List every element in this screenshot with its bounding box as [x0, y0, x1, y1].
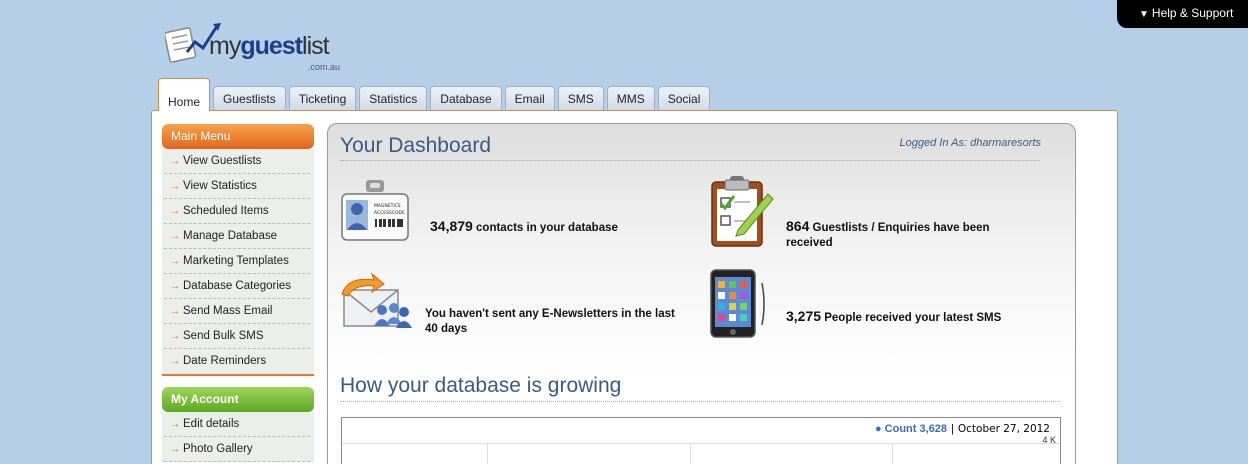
newsletters-stat: You haven't sent any E-Newsletters in th…	[425, 308, 675, 335]
arrow-right-icon: →	[170, 419, 180, 430]
menu-item-view-guestlists[interactable]: → View Guestlists	[164, 149, 310, 174]
tab-home[interactable]: Home	[158, 78, 211, 111]
arrow-right-icon: →	[170, 206, 180, 217]
chart-gridline-v	[892, 443, 893, 464]
arrow-right-icon: →	[170, 231, 180, 242]
menu-item-edit-details[interactable]: → Edit details	[164, 412, 310, 437]
menu-item-send-mass-email[interactable]: → Send Mass Email	[164, 299, 310, 324]
arrow-right-icon: →	[170, 281, 180, 292]
menu-item-date-reminders[interactable]: → Date Reminders	[164, 349, 310, 374]
contacts-stat: 34,879 contacts in your database	[430, 218, 618, 235]
help-support-label: Help & Support	[1151, 6, 1234, 20]
legend-separator: |	[951, 423, 954, 435]
arrow-right-icon: →	[170, 156, 180, 167]
arrow-right-icon: →	[170, 181, 180, 192]
tab-mms[interactable]: MMS	[606, 86, 655, 110]
logo-wordmark: myguestlist	[209, 32, 330, 60]
id-badge-icon: MAGNETICS ACCESSCODE	[341, 180, 409, 241]
tab-database[interactable]: Database	[430, 86, 502, 110]
help-support-button[interactable]: ▼ Help & Support	[1117, 0, 1248, 28]
legend-dot-icon: ●	[874, 423, 882, 435]
growth-title: How your database is growing	[340, 374, 622, 397]
triangle-down-icon: ▼	[1139, 9, 1149, 20]
sidebar: Main Menu → View Guestlists → View Statist…	[162, 124, 314, 462]
main-menu-header: Main Menu	[162, 124, 314, 149]
menu-item-photo-gallery[interactable]: → Photo Gallery	[164, 437, 310, 462]
guestlists-stat: 864 Guestlists / Enquiries have been rec…	[786, 218, 990, 250]
arrow-right-icon: →	[170, 444, 180, 455]
arrow-right-icon: →	[170, 331, 180, 342]
tab-email[interactable]: Email	[504, 86, 555, 110]
arrow-right-icon: →	[170, 256, 180, 267]
main-menu-list: → View Guestlists → View Statistics → Sched…	[162, 149, 314, 376]
tab-sms[interactable]: SMS	[557, 86, 604, 110]
tab-statistics[interactable]: Statistics	[359, 86, 428, 110]
legend-count: ● Count 3,628	[874, 423, 948, 435]
menu-item-scheduled-items[interactable]: → Scheduled Items	[164, 199, 310, 224]
menu-item-manage-database[interactable]: → Manage Database	[164, 224, 310, 249]
arrow-right-icon: →	[170, 356, 180, 367]
menu-item-marketing-templates[interactable]: → Marketing Templates	[164, 249, 310, 274]
title-divider	[340, 160, 1040, 161]
arrow-right-icon: →	[170, 306, 180, 317]
legend-date: October 27, 2012	[957, 423, 1050, 435]
logo[interactable]: myguestlist .com.au	[165, 20, 355, 76]
menu-item-database-categories[interactable]: → Database Categories	[164, 274, 310, 299]
tab-social[interactable]: Social	[657, 86, 711, 110]
chart-gridline-v	[487, 443, 488, 464]
chart-legend: ● Count 3,628 | October 27, 2012	[875, 423, 1050, 435]
my-account-header: My Account	[162, 387, 314, 412]
clipboard-check-icon	[711, 176, 774, 247]
growth-chart[interactable]: ● Count 3,628 | October 27, 2012 4 K	[341, 417, 1061, 464]
chart-gridline-h	[342, 443, 1060, 444]
smartphone-icon	[710, 269, 765, 338]
email-newsletter-icon	[341, 272, 412, 328]
main-tabs: Home Guestlists Ticketing Statistics Dat…	[158, 78, 713, 111]
menu-item-send-bulk-sms[interactable]: → Send Bulk SMS	[164, 324, 310, 349]
dashboard-content: Your Dashboard Logged In As: dharmaresor…	[327, 123, 1076, 464]
my-account-list: → Edit details → Photo Gallery	[162, 412, 314, 462]
logo-domain: .com.au	[308, 62, 341, 72]
badge-text-1: MAGNETICS	[374, 203, 401, 209]
badge-text-2: ACCESSCODE	[374, 210, 405, 216]
tab-guestlists[interactable]: Guestlists	[213, 86, 286, 110]
chart-gridline-v	[690, 443, 691, 464]
tab-ticketing[interactable]: Ticketing	[288, 86, 357, 110]
growth-divider	[340, 401, 1060, 402]
menu-item-view-statistics[interactable]: → View Statistics	[164, 174, 310, 199]
logged-in-label: Logged In As: dharmaresorts	[899, 137, 1041, 149]
sms-stat: 3,275 People received your latest SMS	[786, 308, 1002, 325]
dashboard-title: Your Dashboard	[340, 134, 491, 157]
chart-y-tick: 4 K	[1042, 435, 1056, 445]
